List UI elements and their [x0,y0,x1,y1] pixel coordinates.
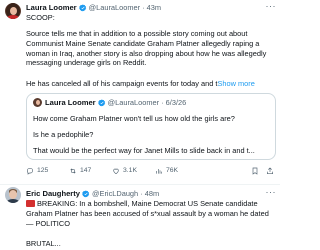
tweet-text-line: SCOOP: [26,13,55,22]
reply-button[interactable]: 125 [26,167,69,176]
tweet-text: BREAKING: In a bombshell, Maine Democrat… [26,199,269,228]
share-icon[interactable] [266,167,274,175]
quoted-avatar [33,98,42,107]
like-count: 3.1K [123,166,137,174]
tweet-eric-daugherty[interactable]: Eric Daugherty @EricLDaugh · 48m ··· BRE… [0,186,280,250]
views-chart-icon [156,169,162,174]
more-options-icon[interactable]: ··· [266,1,277,13]
author-name[interactable]: Laura Loomer [26,3,77,13]
verified-badge-icon [78,4,86,12]
avatar[interactable] [5,187,21,203]
reply-count: 125 [37,166,49,174]
quoted-header: Laura Loomer @LauraLoomer · 6/3/26 [45,98,186,108]
view-count: 76K [166,166,179,174]
repost-count: 147 [80,166,92,174]
author-name[interactable]: Eric Daugherty [26,189,80,199]
red-alert-emoji-icon [26,200,35,207]
tweet-text-paragraph: He has canceled all of his campaign even… [26,79,276,89]
quoted-tweet[interactable]: Laura Loomer @LauraLoomer · 6/3/26 How c… [26,93,276,160]
tweet-text-paragraph: BRUTAL... [26,239,61,248]
tweet-laura-loomer[interactable]: Laura Loomer @LauraLoomer · 43m ··· SCOO… [0,0,280,185]
author-handle-time[interactable]: @LauraLoomer · 43m [89,3,161,13]
quoted-handle-date: @LauraLoomer · 6/3/26 [107,98,187,108]
repost-button[interactable]: 147 [69,167,112,176]
author-handle-time[interactable]: @EricLDaugh · 48m [92,189,159,199]
show-more-link[interactable]: Show more [217,79,254,88]
avatar[interactable] [5,3,21,19]
verified-badge-icon [97,99,105,107]
tweet-divider [0,184,280,185]
tweet-text-paragraph: BREAKING: In a bombshell, Maine Democrat… [26,199,276,228]
quoted-text-line: Is he a pedophile? [33,130,94,139]
quoted-author-name: Laura Loomer [45,98,96,107]
quoted-text-line: How come Graham Platner won't tell us ho… [33,114,235,123]
quoted-text-line: That would be the perfect way for Janet … [33,146,255,155]
verified-badge-icon [82,190,90,198]
like-button[interactable]: 3.1K [112,167,155,176]
tweet-header: Eric Daugherty @EricLDaugh · 48m [26,189,159,199]
bookmark-icon[interactable] [251,167,259,175]
repost-icon [70,168,76,174]
tweet-header: Laura Loomer @LauraLoomer · 43m [26,3,161,13]
tweet-text-truncated: He has canceled all of his campaign even… [26,79,218,88]
tweet-text-paragraph: Source tells me that in addition to a po… [26,29,267,68]
heart-icon [113,168,119,175]
views-button[interactable]: 76K [155,167,198,176]
tweet-actions: 125 147 3.1K 76K [26,166,274,176]
more-options-icon[interactable]: ··· [266,187,277,199]
reply-icon [26,168,33,175]
